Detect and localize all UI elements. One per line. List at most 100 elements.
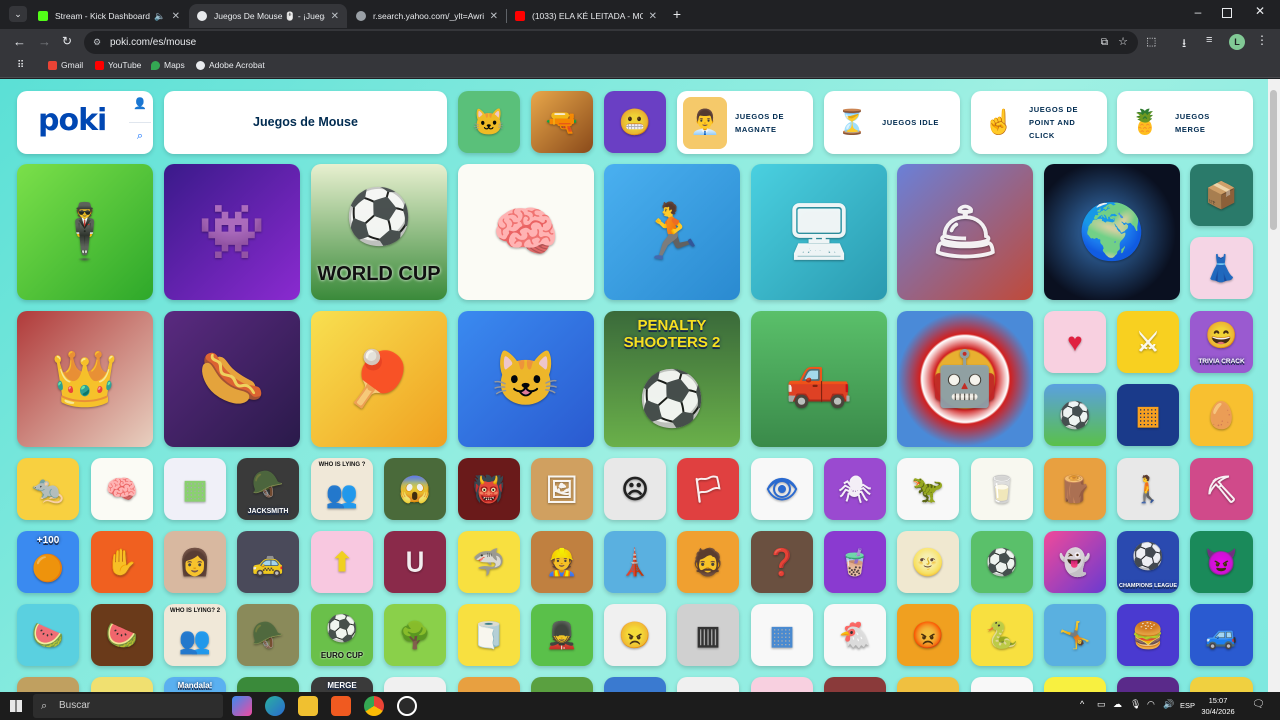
game-tile-shark[interactable]: 🦈 xyxy=(458,531,520,593)
taskbar-search-box[interactable]: ⌕ Buscar xyxy=(33,694,223,718)
game-tile-row6-14[interactable] xyxy=(971,677,1033,692)
cloud-icon[interactable]: ☁ xyxy=(1113,699,1122,710)
obs-icon[interactable] xyxy=(397,696,417,716)
file-explorer-icon[interactable] xyxy=(298,696,318,716)
tab-search-button[interactable]: ⌄ xyxy=(9,6,27,22)
game-tile-water-glass[interactable]: 🥛 xyxy=(971,458,1033,520)
game-tile-merge-numbers[interactable]: ▦ xyxy=(751,604,813,666)
game-tile-angry-snake[interactable]: 😠 xyxy=(604,604,666,666)
game-tile-arrow-puzzle[interactable]: ⬆ xyxy=(311,531,373,593)
game-tile-angry-chef[interactable]: 😡 xyxy=(897,604,959,666)
category-point-and-click[interactable]: ☝ JUEGOS DE POINT AND CLICK xyxy=(971,91,1107,154)
game-tile-dress-up[interactable]: 👗 xyxy=(1190,237,1253,299)
game-tile-geometry-dash[interactable]: 👾 xyxy=(164,164,300,300)
game-tile-blue-soldier[interactable]: 💂 xyxy=(531,604,593,666)
game-tile-color-blocks[interactable]: ▦ xyxy=(164,458,226,520)
game-tile-dino[interactable]: 🦖 xyxy=(897,458,959,520)
game-tile-spartan[interactable]: ⚔ xyxy=(1117,311,1179,373)
game-tile-flag-battle[interactable]: 🏳 xyxy=(677,458,739,520)
chrome-icon[interactable] xyxy=(364,696,384,716)
game-tile-angel-girl[interactable]: 👩 xyxy=(164,531,226,593)
game-tile-stack-tower[interactable]: 🗼 xyxy=(604,531,666,593)
game-tile-plus-100[interactable]: +100 🟠 xyxy=(17,531,79,593)
game-tile-ping-pong[interactable]: 🏓 xyxy=(311,311,447,447)
close-tab-icon[interactable]: ✕ xyxy=(649,11,657,22)
game-tile-merge-game[interactable]: MERGE xyxy=(311,677,373,692)
game-tile-slice-dash[interactable]: 👻 xyxy=(1044,531,1106,593)
game-tile-trivia-crack[interactable]: 😄 TRIVIA CRACK xyxy=(1190,311,1253,373)
tab-yahoo-search[interactable]: r.search.yahoo.com/_ylt=Awrih ✕ xyxy=(348,4,506,28)
game-tile-jacksmith[interactable]: 🪖 JACKSMITH xyxy=(237,458,299,520)
profile-avatar[interactable]: L xyxy=(1229,34,1245,50)
game-tile-snake-green[interactable]: 🐍 xyxy=(971,604,1033,666)
game-tile-row6-15[interactable] xyxy=(1044,677,1106,692)
search-icon[interactable]: ⌕ xyxy=(133,130,147,144)
game-tile-wood-puzzle[interactable]: 🪵 xyxy=(1044,458,1106,520)
clock[interactable]: 15:07 30/4/2026 xyxy=(1196,695,1240,717)
microphone-icon[interactable]: 🎙 xyxy=(1130,699,1141,710)
volume-icon[interactable]: 🔊 xyxy=(1163,699,1174,710)
back-arrow-icon[interactable]: ← xyxy=(13,34,26,49)
category-magnate[interactable]: 👨‍💼 JUEGOS DE MAGNATE xyxy=(677,91,813,154)
game-tile-row6-16[interactable] xyxy=(1117,677,1179,692)
reading-list-icon[interactable]: ≡ xyxy=(1206,34,1212,46)
game-tile-row6-7[interactable] xyxy=(458,677,520,692)
game-tile-yellow-car[interactable]: 🚕 xyxy=(237,531,299,593)
bookmark-gmail[interactable]: Gmail xyxy=(48,60,83,70)
game-tile-rope-cut[interactable]: ᑌ xyxy=(384,531,446,593)
game-tile-block-puzzle[interactable]: ▦ xyxy=(1117,384,1179,446)
game-tile-goblin-truck[interactable]: 🛻 xyxy=(751,311,887,447)
bookmark-youtube[interactable]: YouTube xyxy=(95,60,141,70)
game-tile-army[interactable]: 🪖 xyxy=(237,604,299,666)
game-tile-euro-cup[interactable]: ⚽ EURO CUP xyxy=(311,604,373,666)
game-tile-painting[interactable]: 🖼 xyxy=(531,458,593,520)
close-window-button[interactable]: ✕ xyxy=(1252,4,1268,18)
game-tile-row6-9[interactable] xyxy=(604,677,666,692)
game-tile-miner[interactable]: 👷 xyxy=(531,531,593,593)
apps-grid-icon[interactable]: ⠿ xyxy=(17,60,24,71)
game-tile-slice-paint[interactable]: 🍉 xyxy=(17,604,79,666)
menu-kebab-icon[interactable]: ⋮ xyxy=(1256,33,1268,47)
extensions-icon[interactable]: ⬚ xyxy=(1146,35,1156,48)
maximize-button[interactable] xyxy=(1222,8,1232,18)
game-tile-chicken[interactable]: 🐔 xyxy=(824,604,886,666)
game-tile-row6-12[interactable] xyxy=(824,677,886,692)
notifications-icon[interactable]: 🗨 xyxy=(1252,699,1265,710)
game-tile-ragdoll[interactable]: 🤸 xyxy=(1044,604,1106,666)
game-tile-pickaxe[interactable]: ⛏ xyxy=(1190,458,1253,520)
game-tile-who-is-lying[interactable]: WHO IS LYING ? 👥 xyxy=(311,458,373,520)
scrollbar-thumb[interactable] xyxy=(1270,90,1277,230)
install-app-icon[interactable]: ⧉ xyxy=(1101,31,1108,54)
game-tile-burger-shop[interactable]: 🍔 xyxy=(1117,604,1179,666)
wifi-icon[interactable]: ◠ xyxy=(1147,699,1155,710)
category-merge[interactable]: 🍍 JUEGOS MERGE xyxy=(1117,91,1253,154)
user-icon[interactable]: 👤 xyxy=(133,97,147,111)
tray-chevron-icon[interactable]: ^ xyxy=(1080,699,1084,709)
game-tile-purple-monster[interactable]: 😬 xyxy=(604,91,666,153)
game-tile-sword-man[interactable]: 🧔 xyxy=(677,531,739,593)
game-tile-row6-6[interactable] xyxy=(384,677,446,692)
tab-youtube[interactable]: (1033) ELA KÉ LEITADA - MC G\ ✕ xyxy=(507,4,665,28)
game-tile-hand[interactable]: ✋ xyxy=(91,531,153,593)
game-tile-cat[interactable]: 🐱 xyxy=(458,91,520,153)
game-tile-soccer-kick[interactable]: ⚽ xyxy=(971,531,1033,593)
game-tile-sleepy-cats[interactable]: 😺 xyxy=(458,311,594,447)
game-tile-scary-teacher[interactable]: 👹 xyxy=(458,458,520,520)
game-tile-row6-13[interactable] xyxy=(897,677,959,692)
game-tile-stickface[interactable]: ☹ xyxy=(604,458,666,520)
close-tab-icon[interactable]: ✕ xyxy=(490,11,498,22)
game-tile-prison-stick[interactable]: 🚶 xyxy=(1117,458,1179,520)
tab-kick-dashboard[interactable]: Stream - Kick Dashboard 🔈 ✕ xyxy=(30,4,188,28)
download-icon[interactable]: ⭳ xyxy=(1182,34,1186,55)
game-tile-kings[interactable]: 👑 xyxy=(17,311,153,447)
forward-arrow-icon[interactable]: → xyxy=(38,34,51,49)
poki-logo[interactable]: poki xyxy=(38,103,107,138)
edge-icon[interactable] xyxy=(265,696,285,716)
game-tile-boba-drink[interactable]: 🧋 xyxy=(824,531,886,593)
game-tile-mandala[interactable]: Mandala! xyxy=(164,677,226,692)
game-tile-pixel-heart[interactable]: ♥ xyxy=(1044,311,1106,373)
minimize-button[interactable]: – xyxy=(1190,5,1206,19)
game-tile-hotdog-search[interactable]: 🌭 xyxy=(164,311,300,447)
game-tile-rat[interactable]: 🐀 xyxy=(17,458,79,520)
game-tile-mystery[interactable]: ❓ xyxy=(751,531,813,593)
